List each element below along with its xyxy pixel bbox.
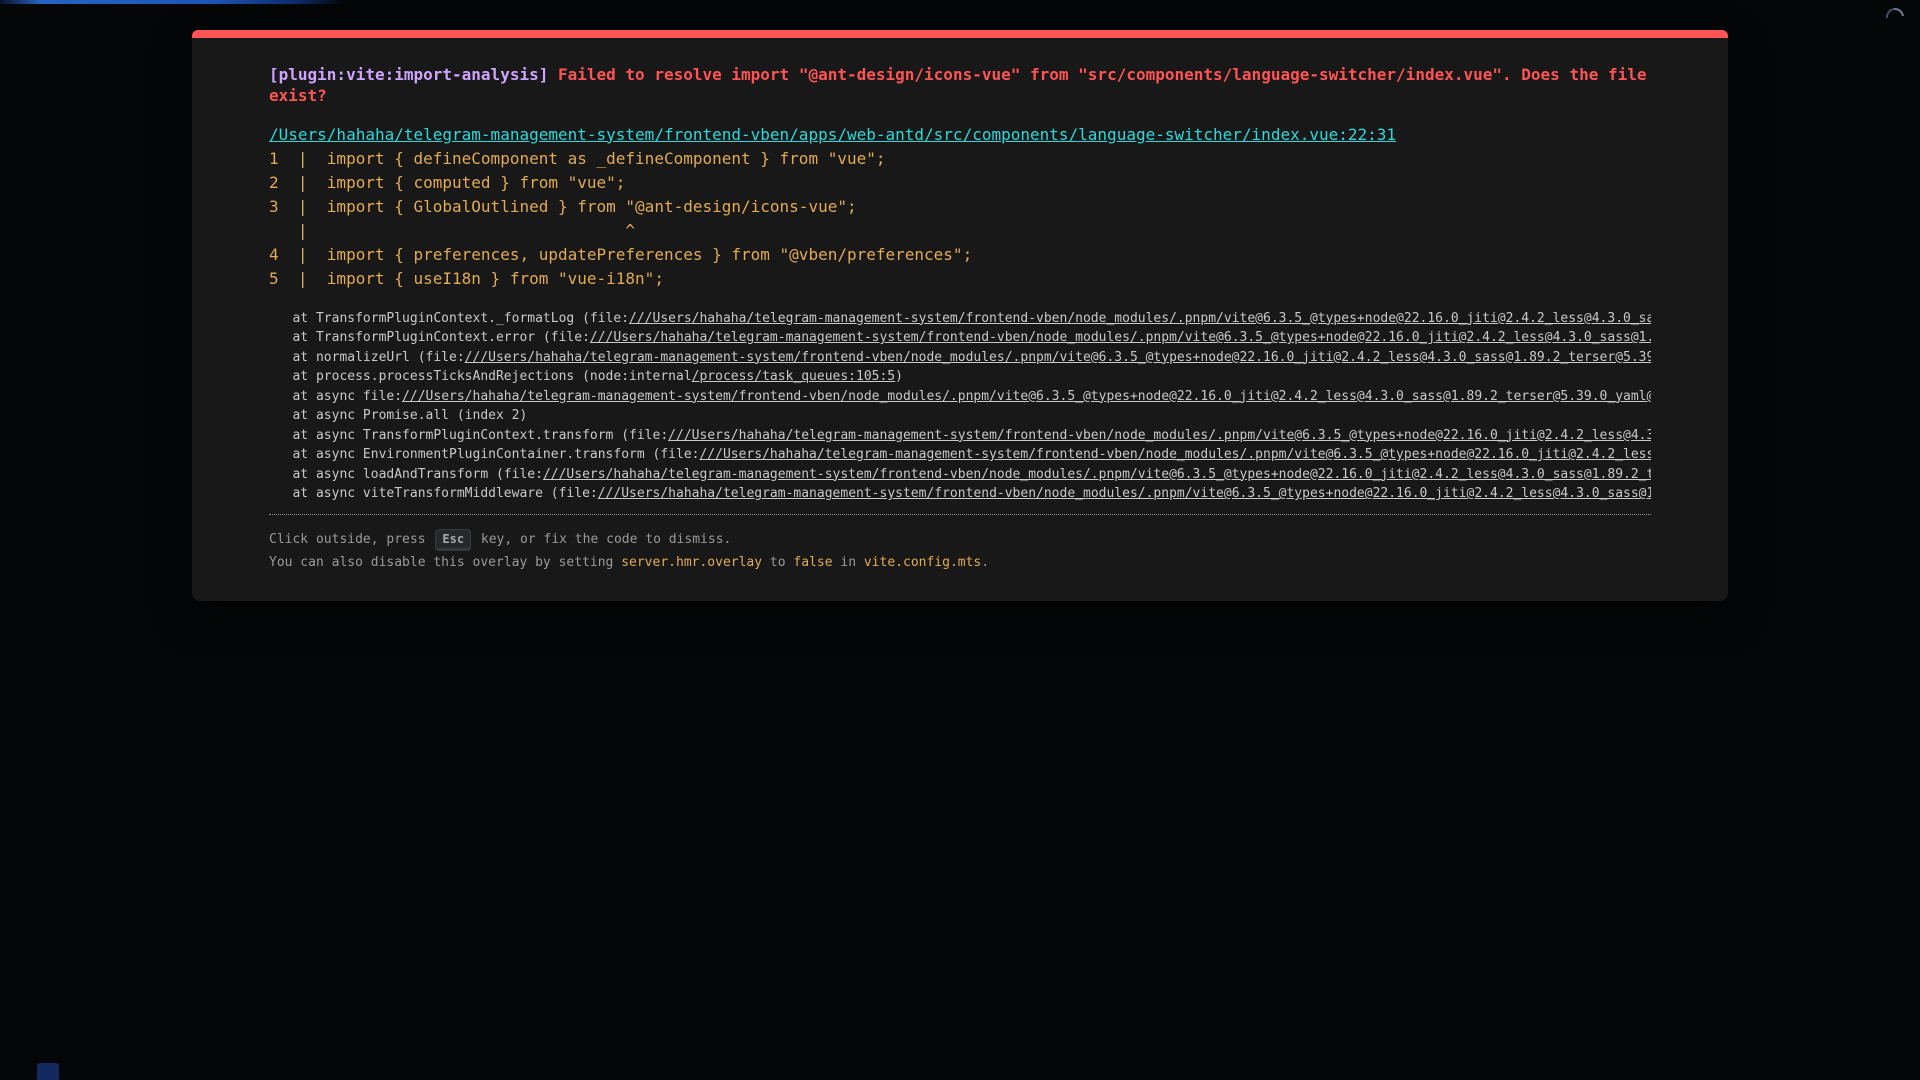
stack-file-link[interactable]: ///Users/hahaha/telegram-management-syst…: [590, 330, 1651, 345]
tip-text: .: [981, 555, 989, 570]
stack-line: at async Promise.all (index 2): [269, 406, 1651, 426]
stack-text: at async file:: [269, 389, 402, 404]
tip-text: Click outside, press: [269, 532, 433, 547]
esc-key: Esc: [435, 529, 471, 551]
stack-file-link[interactable]: ///Users/hahaha/telegram-management-syst…: [598, 486, 1651, 501]
stack-text: at TransformPluginContext._formatLog (fi…: [269, 311, 629, 326]
tip-text: to: [762, 555, 793, 570]
stack-file-link[interactable]: ///Users/hahaha/telegram-management-syst…: [465, 350, 1651, 365]
error-file: /Users/hahaha/telegram-management-system…: [269, 123, 1651, 147]
error-message: [plugin:vite:import-analysis] Failed to …: [269, 65, 1651, 107]
stack-line: at TransformPluginContext._formatLog (fi…: [269, 309, 1651, 329]
dismiss-tip: Click outside, press Esc key, or fix the…: [269, 514, 1651, 575]
stack-text: ): [895, 369, 903, 384]
tip-text: You can also disable this overlay by set…: [269, 555, 621, 570]
page-corner-element: [37, 1063, 59, 1080]
stack-text: at TransformPluginContext.error (file:: [269, 330, 590, 345]
tip-text: in: [833, 555, 864, 570]
stack-file-link[interactable]: ///Users/hahaha/telegram-management-syst…: [699, 447, 1651, 462]
stack-line: at async viteTransformMiddleware (file:/…: [269, 484, 1651, 504]
vite-error-overlay-window: [plugin:vite:import-analysis] Failed to …: [192, 30, 1728, 601]
stack-text: at normalizeUrl (file:: [269, 350, 465, 365]
stack-line: at async EnvironmentPluginContainer.tran…: [269, 445, 1651, 465]
code-frame: 1 | import { defineComponent as _defineC…: [269, 147, 1651, 291]
stack-text: at async Promise.all (index 2): [269, 408, 527, 423]
stack-file-link[interactable]: ///Users/hahaha/telegram-management-syst…: [543, 467, 1651, 482]
page-progress-bar: [0, 0, 345, 4]
tip-line: Click outside, press Esc key, or fix the…: [269, 528, 1651, 551]
config-code: false: [793, 555, 832, 570]
stack-text: at async EnvironmentPluginContainer.tran…: [269, 447, 699, 462]
stack-line: at async loadAndTransform (file:///Users…: [269, 465, 1651, 485]
tip-line: You can also disable this overlay by set…: [269, 551, 1651, 574]
stack-line: at TransformPluginContext.error (file://…: [269, 328, 1651, 348]
stack-line: at process.processTicksAndRejections (no…: [269, 367, 1651, 387]
stack-file-link[interactable]: /process/task_queues:105:5: [692, 369, 896, 384]
stack-file-link[interactable]: ///Users/hahaha/telegram-management-syst…: [629, 311, 1651, 326]
config-code: server.hmr.overlay: [621, 555, 762, 570]
plugin-tag: [plugin:vite:import-analysis]: [269, 65, 548, 84]
config-code: vite.config.mts: [864, 555, 981, 570]
tip-text: key, or fix the code to dismiss.: [473, 532, 731, 547]
stack-trace: at TransformPluginContext._formatLog (fi…: [269, 309, 1651, 504]
stack-text: at async loadAndTransform (file:: [269, 467, 543, 482]
stack-text: at async TransformPluginContext.transfor…: [269, 428, 668, 443]
error-file-link[interactable]: /Users/hahaha/telegram-management-system…: [269, 125, 1396, 144]
stack-line: at async TransformPluginContext.transfor…: [269, 426, 1651, 446]
stack-line: at normalizeUrl (file:///Users/hahaha/te…: [269, 348, 1651, 368]
stack-file-link[interactable]: ///Users/hahaha/telegram-management-syst…: [668, 428, 1651, 443]
stack-text: at async viteTransformMiddleware (file:: [269, 486, 598, 501]
stack-text: at process.processTicksAndRejections (no…: [269, 369, 692, 384]
stack-file-link[interactable]: ///Users/hahaha/telegram-management-syst…: [402, 389, 1651, 404]
stack-line: at async file:///Users/hahaha/telegram-m…: [269, 387, 1651, 407]
